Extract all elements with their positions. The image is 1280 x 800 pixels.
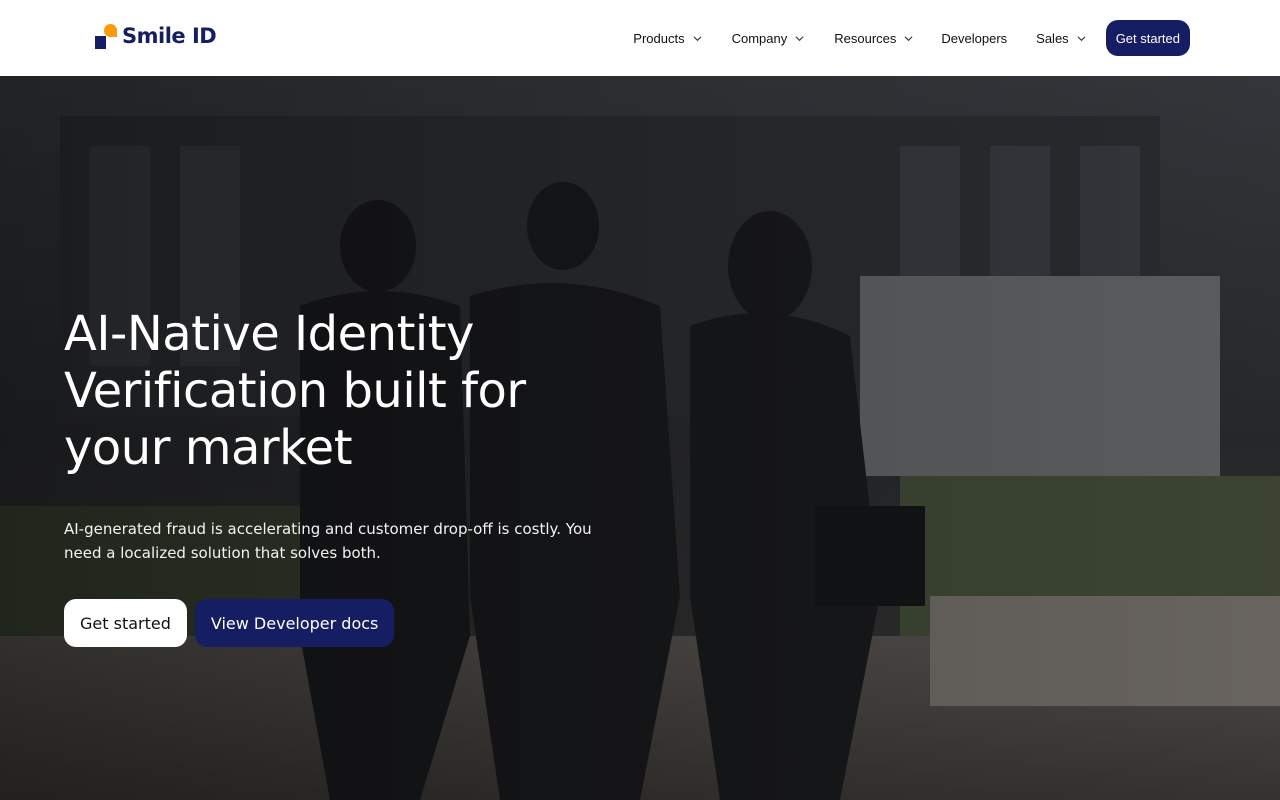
nav-item-resources[interactable]: Resources	[834, 31, 913, 46]
main-nav: Products Company Resources Developers Sa…	[633, 20, 1190, 56]
hero-title: AI-Native Identity Verification built fo…	[64, 306, 526, 476]
hero-subtitle: AI-generated fraud is accelerating and c…	[64, 520, 592, 562]
nav-item-label: Developers	[941, 30, 1008, 46]
view-developer-docs-button[interactable]: View Developer docs	[194, 599, 395, 647]
get-started-button[interactable]: Get started	[64, 599, 187, 647]
nav-item-company[interactable]: Company	[732, 31, 805, 46]
nav-item-label: Company	[731, 30, 788, 46]
header-get-started-button[interactable]: Get started	[1105, 20, 1190, 56]
hero-actions: Get started View Developer docs	[64, 599, 664, 647]
site-header: Smile ID Products Company Resources Deve…	[0, 0, 1280, 76]
logo-wordmark: Smile ID	[122, 24, 217, 48]
nav-item-sales[interactable]: Sales	[1036, 31, 1086, 46]
chevron-down-icon	[693, 34, 702, 43]
nav-item-products[interactable]: Products	[633, 30, 702, 46]
nav-item-label: Products	[633, 30, 685, 46]
smile-id-logo[interactable]: Smile ID	[95, 22, 217, 50]
nav-item-developers[interactable]: Developers	[941, 31, 1007, 46]
chevron-down-icon	[795, 34, 804, 43]
hero-content: AI-Native Identity Verification built fo…	[64, 306, 664, 647]
chevron-down-icon	[904, 34, 913, 43]
nav-item-label: Sales	[1036, 30, 1069, 46]
chevron-down-icon	[1077, 34, 1086, 43]
nav-item-label: Resources	[834, 30, 897, 46]
smile-id-logo-mark-icon	[95, 23, 119, 49]
hero-section: AI-Native Identity Verification built fo…	[0, 76, 1280, 800]
